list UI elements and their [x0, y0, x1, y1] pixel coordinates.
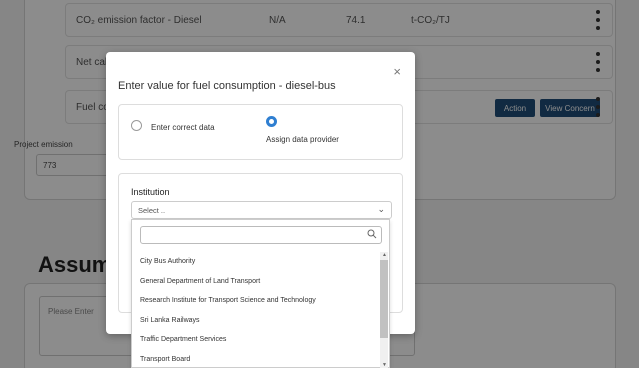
select-value: Select .. — [138, 206, 166, 215]
institution-select[interactable]: Select .. ⌄ — [131, 201, 392, 219]
search-icon — [367, 229, 377, 239]
institution-label: Institution — [131, 187, 170, 197]
radio-label: Assign data provider — [266, 135, 339, 144]
scrollbar-thumb[interactable] — [380, 260, 388, 338]
option-group: Enter correct data Assign data provider — [118, 104, 403, 160]
radio-label: Enter correct data — [151, 123, 215, 132]
institution-dropdown: City Bus Authority General Department of… — [131, 219, 390, 368]
scroll-up-icon[interactable]: ▲ — [382, 252, 387, 258]
dropdown-search-input[interactable] — [140, 226, 382, 244]
dropdown-list: City Bus Authority General Department of… — [132, 252, 380, 368]
dropdown-option[interactable]: Traffic Department Services — [132, 330, 380, 350]
close-icon[interactable]: × — [393, 64, 401, 79]
dropdown-option[interactable]: General Department of Land Transport — [132, 272, 380, 292]
modal-title: Enter value for fuel consumption - diese… — [118, 80, 336, 92]
dropdown-option[interactable]: City Bus Authority — [132, 252, 380, 272]
dropdown-option[interactable]: Research Institute for Transport Science… — [132, 291, 380, 311]
chevron-down-icon: ⌄ — [377, 204, 385, 214]
radio-enter-correct-data[interactable] — [131, 120, 142, 131]
radio-assign-data-provider[interactable] — [266, 116, 277, 127]
dropdown-scrollbar[interactable]: ▲ ▼ — [380, 252, 388, 368]
dropdown-option[interactable]: Transport Board — [132, 350, 380, 368]
dropdown-option[interactable]: Sri Lanka Railways — [132, 311, 380, 331]
scroll-down-icon[interactable]: ▼ — [382, 362, 387, 368]
